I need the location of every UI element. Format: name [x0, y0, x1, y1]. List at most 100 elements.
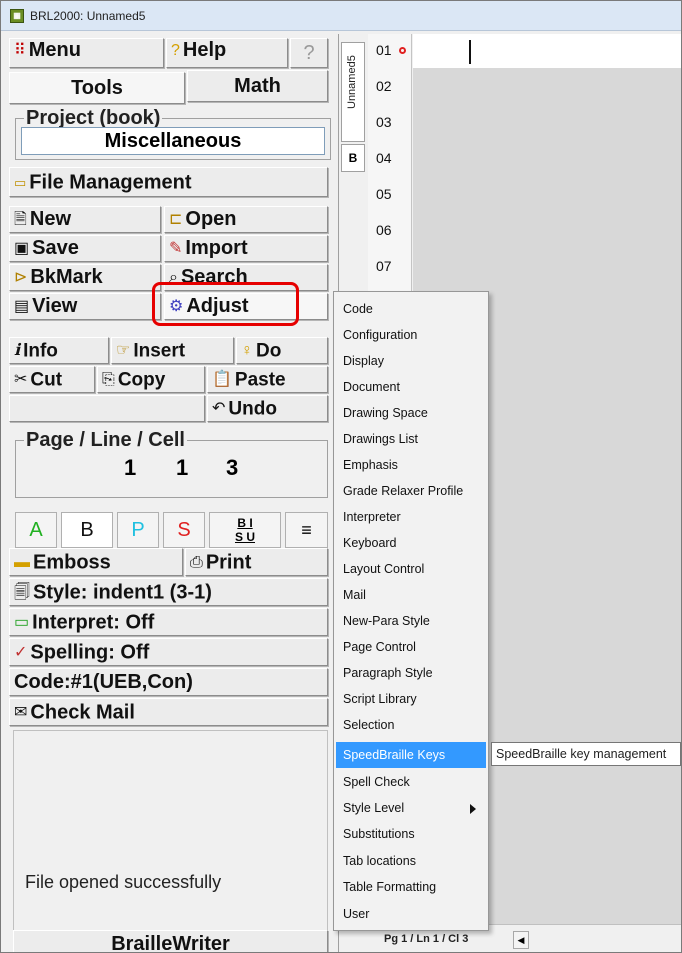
- format-s-button[interactable]: S: [163, 512, 205, 548]
- menu-item-spell-check[interactable]: Spell Check: [336, 769, 486, 795]
- bookmark-icon: ⊳: [14, 269, 28, 286]
- save-button[interactable]: ▣ Save: [9, 235, 161, 262]
- emboss-icon: ▬: [14, 554, 30, 571]
- print-button[interactable]: ⎙ Print: [185, 548, 328, 576]
- menu-item-grade-relaxer-profile[interactable]: Grade Relaxer Profile: [336, 478, 486, 504]
- menu-item-configuration[interactable]: Configuration: [336, 322, 486, 348]
- document-tab[interactable]: Unnamed5: [341, 42, 365, 142]
- info-button[interactable]: ℹ Info: [9, 337, 109, 364]
- bold-italic-button[interactable]: B I S U: [209, 512, 281, 548]
- undo-button[interactable]: ↶ Undo: [207, 395, 328, 422]
- paste-button[interactable]: 📋 Paste: [207, 366, 328, 393]
- help-icon: ?: [171, 42, 180, 59]
- page-number: 1: [124, 455, 137, 480]
- import-button[interactable]: ✎ Import: [164, 235, 328, 262]
- scroll-left-arrow-icon[interactable]: ◀: [513, 931, 529, 949]
- whats-this-button[interactable]: ?: [290, 38, 328, 68]
- title-bar: ▦ BRL2000: Unnamed5: [1, 1, 681, 31]
- app-icon: ▦: [10, 9, 24, 23]
- line-number-label: 02: [376, 78, 392, 94]
- paste-icon: 📋: [212, 371, 232, 388]
- menu-item-mail[interactable]: Mail: [336, 582, 486, 608]
- interpret-icon: ▭: [14, 614, 30, 631]
- mail-icon: ✉: [14, 704, 28, 721]
- menu-item-drawing-space[interactable]: Drawing Space: [336, 400, 486, 426]
- printer-icon: ⎙: [190, 554, 203, 571]
- emboss-button[interactable]: ▬ Emboss: [9, 548, 183, 576]
- menu-item-selection[interactable]: Selection: [336, 712, 486, 738]
- open-button[interactable]: ⊏ Open: [164, 206, 328, 233]
- menu-item-drawings-list[interactable]: Drawings List: [336, 426, 486, 452]
- do-button[interactable]: ♀ Do: [236, 337, 328, 364]
- folder-icon: ▭: [14, 175, 27, 190]
- menu-item-interpreter[interactable]: Interpreter: [336, 504, 486, 530]
- view-button[interactable]: ▤ View: [9, 293, 161, 320]
- line-number-label: 04: [376, 150, 392, 166]
- menu-item-emphasis[interactable]: Emphasis: [336, 452, 486, 478]
- submenu-arrow-icon: [470, 804, 476, 814]
- check-mail-button[interactable]: ✉ Check Mail: [9, 698, 328, 726]
- tab-math[interactable]: Math: [187, 70, 328, 102]
- tab-tools[interactable]: Tools: [9, 72, 185, 104]
- scissors-icon: ✂: [14, 371, 28, 388]
- menu-item-speedbraille-keys[interactable]: SpeedBraille Keys: [336, 742, 486, 768]
- adjust-menu: Code Configuration Display Document Draw…: [333, 291, 489, 931]
- menu-item-display[interactable]: Display: [336, 348, 486, 374]
- menu-item-document[interactable]: Document: [336, 374, 486, 400]
- braille-view-tab[interactable]: B: [341, 144, 365, 172]
- menu-item-paragraph-style[interactable]: Paragraph Style: [336, 660, 486, 686]
- format-a-button[interactable]: A: [15, 512, 57, 548]
- lightbulb-icon: ♀: [241, 342, 253, 359]
- spelling-button[interactable]: ✓ Spelling: Off: [9, 638, 328, 666]
- menu-item-page-control[interactable]: Page Control: [336, 634, 486, 660]
- insert-icon: ☞: [116, 342, 131, 359]
- window-title: BRL2000: Unnamed5: [30, 9, 146, 23]
- menu-item-style-level[interactable]: Style Level: [336, 795, 486, 821]
- interpret-button[interactable]: ▭ Interpret: Off: [9, 608, 328, 636]
- menu-item-keyboard[interactable]: Keyboard: [336, 530, 486, 556]
- page-line-cell-group: Page / Line / Cell 1 1 3: [15, 429, 328, 498]
- line-number-label: 01: [376, 42, 392, 58]
- new-button[interactable]: 🗎 New: [9, 206, 161, 233]
- menu-item-script-library[interactable]: Script Library: [336, 686, 486, 712]
- editor-active-line[interactable]: [413, 34, 681, 68]
- menu-item-substitutions[interactable]: Substitutions: [336, 821, 486, 847]
- braillewriter-button[interactable]: BrailleWriter: [13, 930, 328, 952]
- message-area: [13, 730, 328, 940]
- line-number-label: 06: [376, 222, 392, 238]
- align-button[interactable]: ≡: [285, 512, 328, 548]
- save-icon: ▣: [14, 240, 30, 257]
- menu-icon: ⠿: [14, 42, 26, 59]
- menu-button[interactable]: ⠿ Menu: [9, 38, 164, 68]
- line-number-label: 03: [376, 114, 392, 130]
- project-field[interactable]: Miscellaneous: [21, 127, 325, 155]
- code-button[interactable]: Code:#1(UEB,Con): [9, 668, 328, 696]
- copy-button[interactable]: ⎘ Copy: [97, 366, 205, 393]
- style-button[interactable]: 🗐 Style: indent1 (3-1): [9, 578, 328, 606]
- menu-item-tab-locations[interactable]: Tab locations: [336, 848, 486, 874]
- format-b-button[interactable]: B: [61, 512, 113, 548]
- menu-item-table-formatting[interactable]: Table Formatting: [336, 874, 486, 900]
- app-window: ▦ BRL2000: Unnamed5 ⠿ Menu ? Help ? Tools …: [0, 0, 682, 953]
- bookmark-button[interactable]: ⊳ BkMark: [9, 264, 161, 291]
- menu-tooltip: SpeedBraille key management: [491, 742, 681, 766]
- menu-item-user[interactable]: User: [336, 901, 486, 927]
- view-icon: ▤: [14, 298, 30, 315]
- adjust-annotation-box: [152, 282, 299, 326]
- menu-item-new-para-style[interactable]: New-Para Style: [336, 608, 486, 634]
- cell-number: 3: [226, 455, 239, 480]
- cursor-position: Pg 1 / Ln 1 / Cl 3: [384, 933, 469, 945]
- menu-item-layout-control[interactable]: Layout Control: [336, 556, 486, 582]
- line-number: 1: [176, 455, 189, 480]
- text-caret: [469, 40, 471, 64]
- insert-button[interactable]: ☞ Insert: [111, 337, 234, 364]
- style-icon: 🗐: [14, 584, 30, 601]
- menu-item-code[interactable]: Code: [336, 296, 486, 322]
- undo-icon: ↶: [212, 400, 226, 417]
- current-line-marker: [399, 47, 406, 54]
- format-p-button[interactable]: P: [117, 512, 159, 548]
- file-management-button[interactable]: ▭ File Management: [9, 167, 328, 197]
- info-icon: ℹ: [14, 342, 21, 359]
- help-button[interactable]: ? Help: [166, 38, 288, 68]
- cut-button[interactable]: ✂ Cut: [9, 366, 95, 393]
